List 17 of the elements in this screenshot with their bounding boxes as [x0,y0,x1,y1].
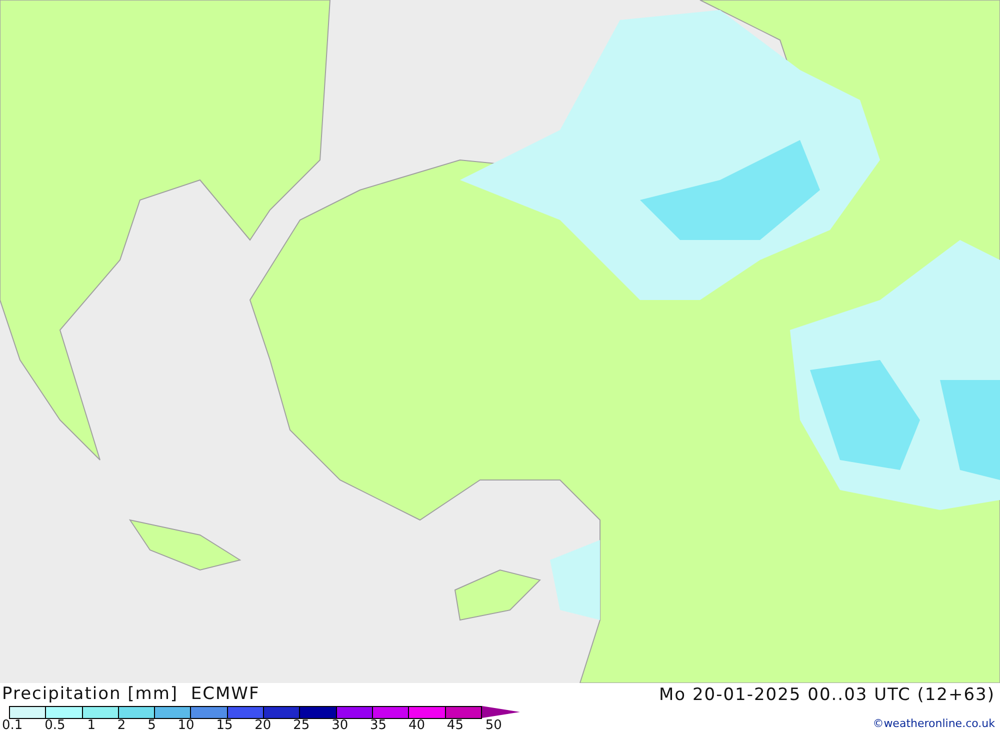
legend-label: 15 [216,719,233,733]
chart-title: Precipitation [mm] ECMWF [2,683,261,705]
legend-label: 45 [446,719,464,733]
legend-label: 50 [485,719,502,733]
legend-label: 20 [254,719,272,733]
legend-label: 25 [293,719,310,733]
legend-label: 10 [178,719,194,733]
legend-label: 30 [332,719,348,733]
legend-label: 2 [117,719,126,733]
legend-label: 0.1 [2,719,23,733]
legend-label: 0.5 [44,719,66,733]
legend-label: 5 [148,719,156,733]
timestamp: Mo 20-01-2025 00..03 UTC (12+63) [658,684,995,707]
legend-label: 40 [408,719,426,733]
credit-link[interactable]: ©weatheronline.co.uk [872,717,995,730]
legend-label: 1 [87,719,96,733]
legend-label: 35 [370,719,387,733]
